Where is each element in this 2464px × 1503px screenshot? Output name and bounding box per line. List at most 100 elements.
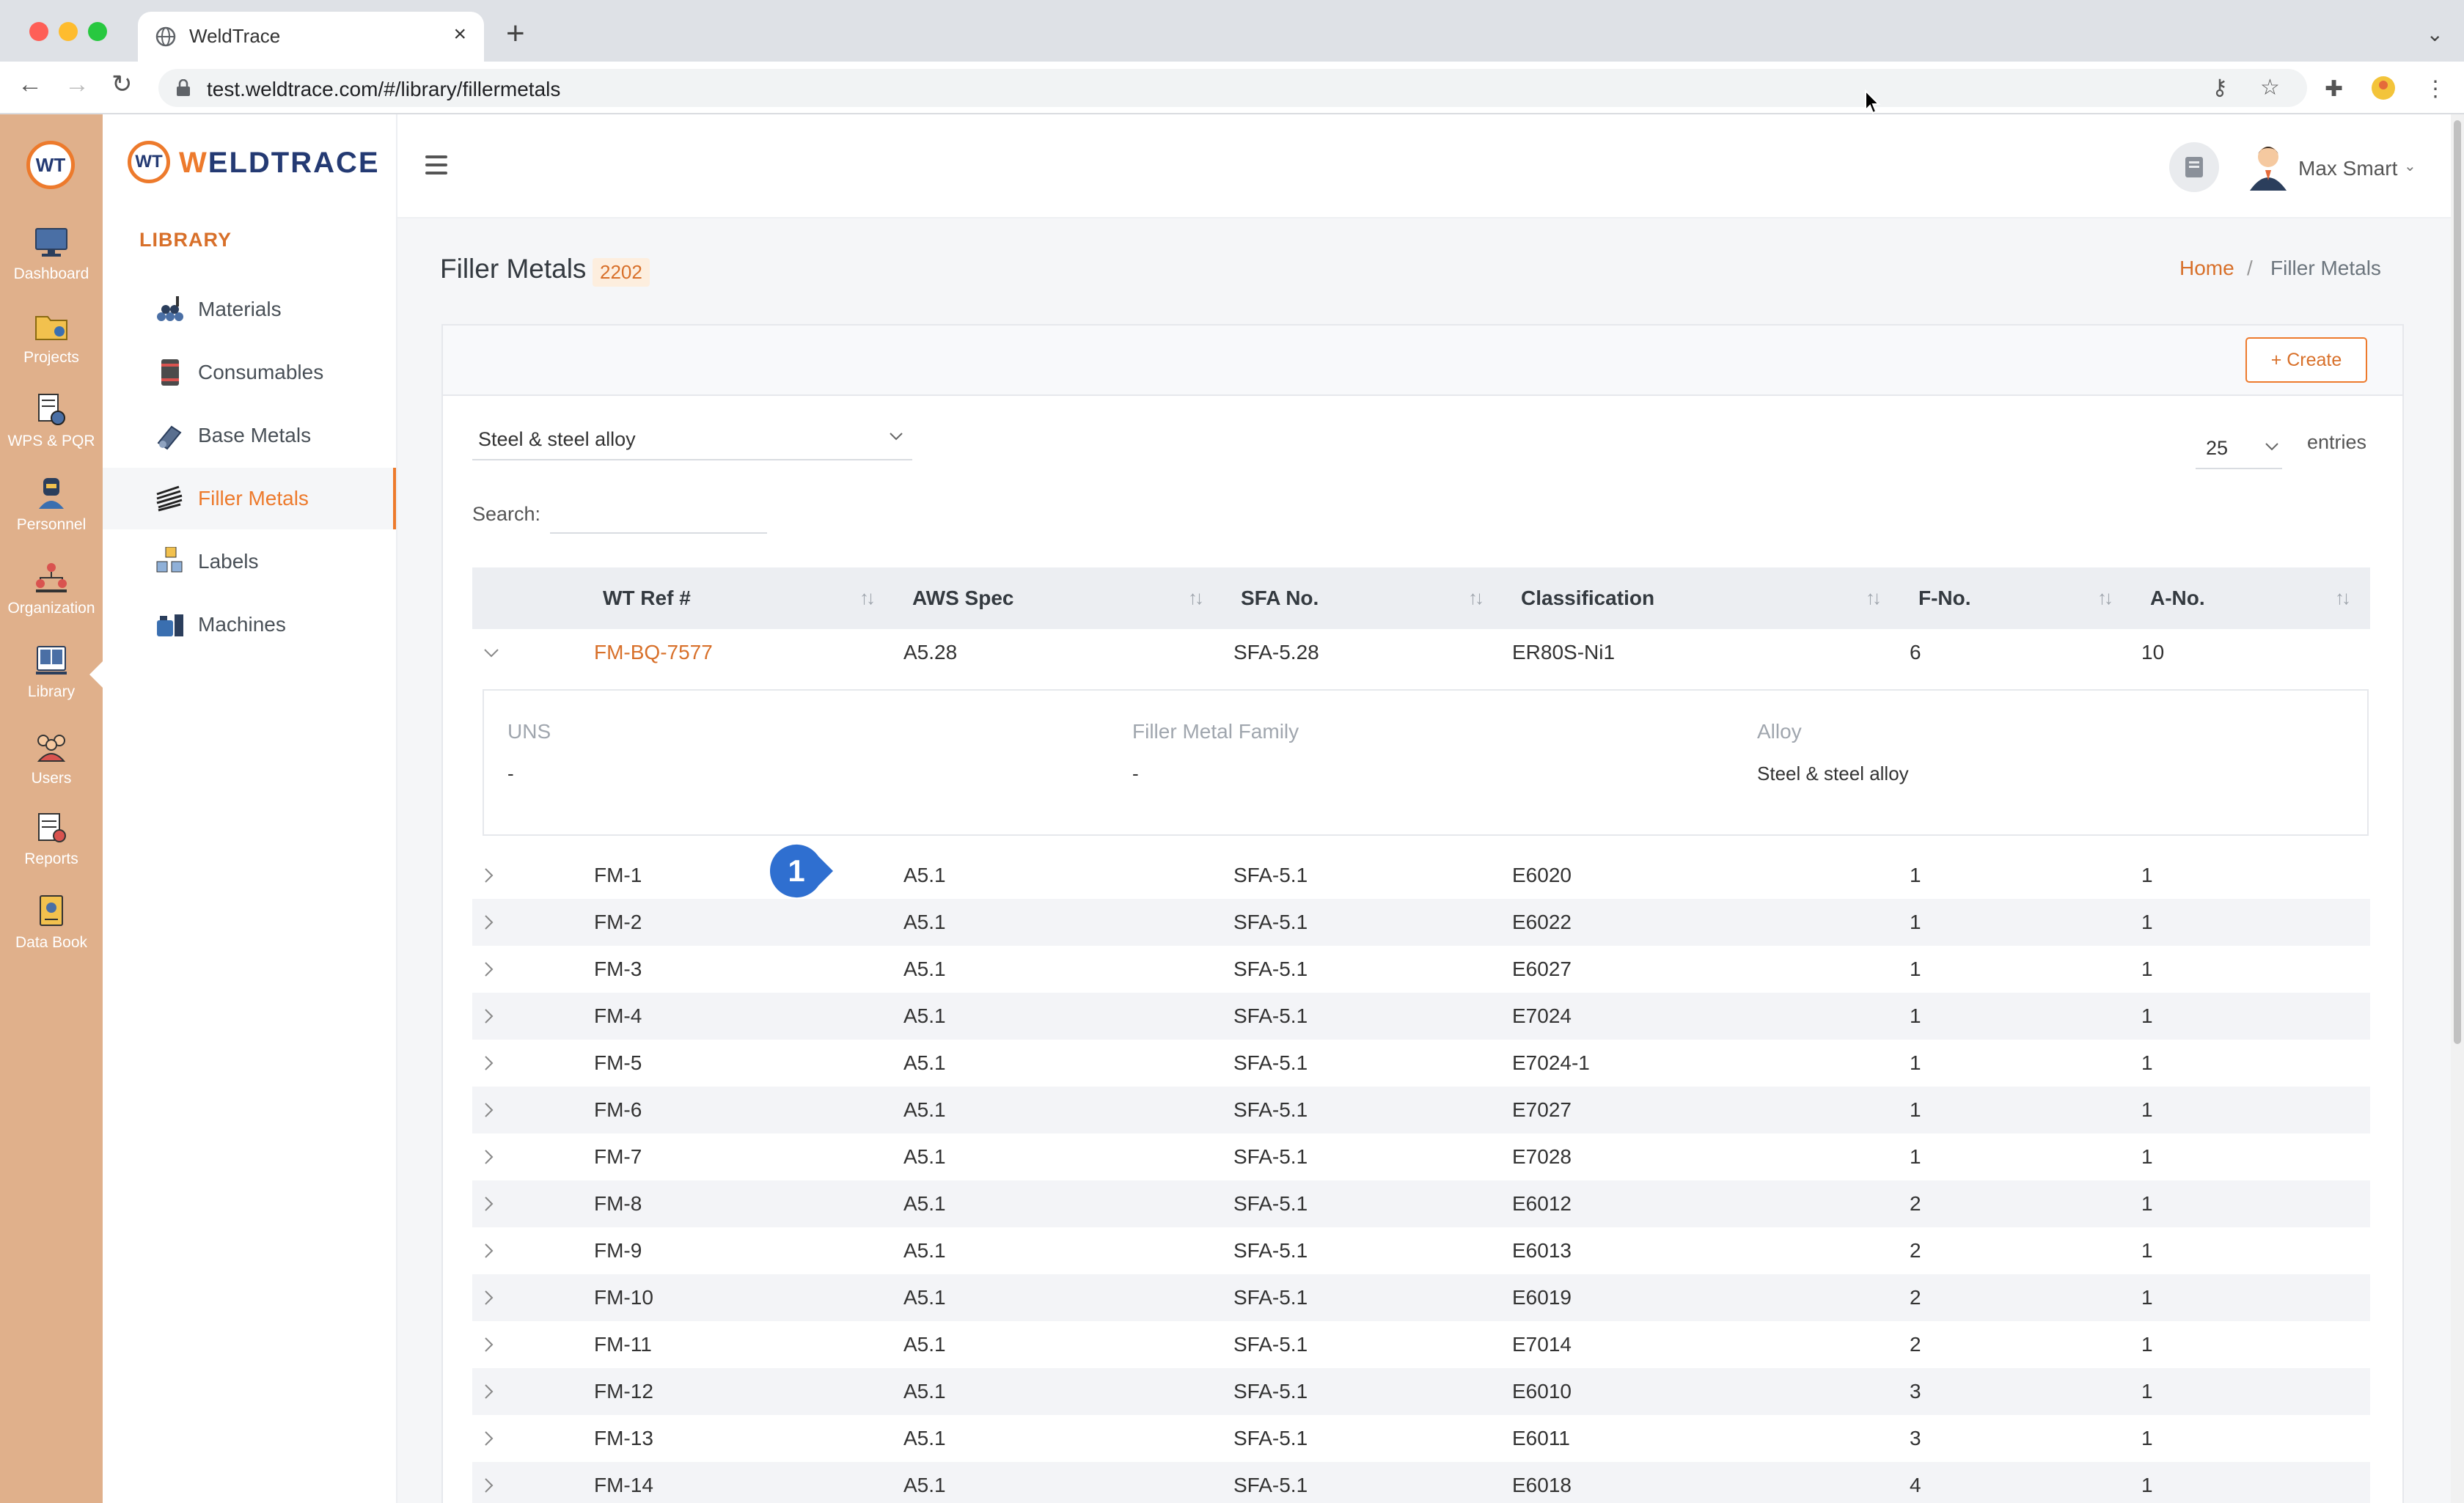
rail-item-wps-pqr[interactable]: WPS & PQR xyxy=(0,392,103,450)
bookmark-star-icon[interactable]: ☆ xyxy=(2260,75,2280,100)
sidebar-item-labels[interactable]: Labels xyxy=(103,531,396,592)
chevron-right-icon[interactable] xyxy=(483,1148,496,1166)
browser-tab[interactable]: WeldTrace × xyxy=(138,12,484,62)
table-row[interactable]: FM-14 A5.1 SFA-5.1 E6018 4 1 xyxy=(472,1462,2370,1503)
column-header-a-no[interactable]: A-No. xyxy=(2150,587,2205,610)
close-tab-icon[interactable]: × xyxy=(453,22,466,47)
table-row[interactable]: FM-5 A5.1 SFA-5.1 E7024-1 1 1 xyxy=(472,1040,2370,1087)
rail-item-library[interactable]: Library xyxy=(0,642,103,701)
chevron-right-icon[interactable] xyxy=(483,1007,496,1025)
sort-icon[interactable]: ↑↓ xyxy=(1188,587,1204,609)
sidebar-item-base-metals[interactable]: Base Metals xyxy=(103,405,396,466)
create-button[interactable]: + Create xyxy=(2245,337,2367,383)
table-row[interactable]: FM-7 A5.1 SFA-5.1 E7028 1 1 xyxy=(472,1133,2370,1180)
app-logo[interactable]: WT xyxy=(26,141,75,189)
rail-item-reports[interactable]: Reports xyxy=(0,809,103,868)
column-header-f-no[interactable]: F-No. xyxy=(1918,587,1971,610)
rail-item-data-book[interactable]: Data Book xyxy=(0,893,103,952)
wt-ref-cell[interactable]: FM-2 xyxy=(594,911,642,934)
table-row-expanded[interactable]: FM-BQ-7577 A5.28 SFA-5.28 ER80S-Ni1 6 10 xyxy=(472,629,2370,676)
chevron-right-icon[interactable] xyxy=(483,1336,496,1353)
chevron-right-icon[interactable] xyxy=(483,960,496,978)
wt-ref-cell[interactable]: FM-13 xyxy=(594,1427,653,1450)
wt-ref-cell[interactable]: FM-8 xyxy=(594,1192,642,1216)
browser-menu-icon[interactable]: ⋮ xyxy=(2424,76,2446,102)
table-row[interactable]: FM-13 A5.1 SFA-5.1 E6011 3 1 xyxy=(472,1415,2370,1462)
wt-ref-cell[interactable]: FM-5 xyxy=(594,1051,642,1075)
sort-icon[interactable]: ↑↓ xyxy=(2097,587,2113,609)
sort-icon[interactable]: ↑↓ xyxy=(2335,587,2351,609)
wt-ref-link[interactable]: FM-BQ-7577 xyxy=(594,641,713,664)
chevron-right-icon[interactable] xyxy=(483,1195,496,1213)
table-row[interactable]: FM-1 A5.1 SFA-5.1 E6020 1 1 xyxy=(472,852,2370,899)
wt-ref-cell[interactable]: FM-12 xyxy=(594,1380,653,1403)
wt-ref-cell[interactable]: FM-4 xyxy=(594,1004,642,1028)
table-row[interactable]: FM-11 A5.1 SFA-5.1 E7014 2 1 xyxy=(472,1321,2370,1368)
zoom-window-button[interactable] xyxy=(88,22,107,41)
chevron-down-icon[interactable]: ⌄ xyxy=(2404,157,2416,175)
minimize-window-button[interactable] xyxy=(59,22,78,41)
wt-ref-cell[interactable]: FM-10 xyxy=(594,1286,653,1309)
hamburger-menu-icon[interactable] xyxy=(425,155,447,174)
chevron-right-icon[interactable] xyxy=(483,1101,496,1119)
chevron-right-icon[interactable] xyxy=(483,867,496,884)
chevron-down-icon[interactable] xyxy=(483,647,500,660)
sort-icon[interactable]: ↑↓ xyxy=(1866,587,1882,609)
sidebar-item-consumables[interactable]: Consumables xyxy=(103,342,396,403)
sidebar-item-machines[interactable]: Machines xyxy=(103,594,396,655)
chevron-right-icon[interactable] xyxy=(483,1477,496,1494)
wt-ref-cell[interactable]: FM-11 xyxy=(594,1333,652,1356)
breadcrumb-home[interactable]: Home xyxy=(2179,257,2234,280)
wt-ref-cell[interactable]: FM-3 xyxy=(594,958,642,981)
key-icon[interactable]: ⚷ xyxy=(2212,75,2228,100)
wt-ref-cell[interactable]: FM-6 xyxy=(594,1098,642,1122)
wt-ref-cell[interactable]: FM-14 xyxy=(594,1474,653,1497)
profile-extension-icon[interactable] xyxy=(2370,75,2397,101)
back-button[interactable]: ← xyxy=(18,72,43,97)
table-row[interactable]: FM-6 A5.1 SFA-5.1 E7027 1 1 xyxy=(472,1087,2370,1133)
rail-item-personnel[interactable]: Personnel xyxy=(0,475,103,534)
notebook-button[interactable] xyxy=(2169,142,2219,192)
rail-item-projects[interactable]: Projects xyxy=(0,308,103,367)
sidebar-item-filler-metals[interactable]: Filler Metals xyxy=(103,468,396,529)
chevron-right-icon[interactable] xyxy=(483,1242,496,1260)
column-header-aws-spec[interactable]: AWS Spec xyxy=(912,587,1013,610)
rail-item-users[interactable]: Users xyxy=(0,729,103,787)
table-row[interactable]: FM-2 A5.1 SFA-5.1 E6022 1 1 xyxy=(472,899,2370,946)
close-window-button[interactable] xyxy=(29,22,48,41)
scrollbar-thumb[interactable] xyxy=(2454,120,2461,1044)
chevron-right-icon[interactable] xyxy=(483,1054,496,1072)
chevron-right-icon[interactable] xyxy=(483,1383,496,1400)
wt-ref-cell[interactable]: FM-9 xyxy=(594,1239,642,1263)
page-scrollbar[interactable] xyxy=(2451,114,2464,1503)
user-avatar[interactable] xyxy=(2245,142,2291,191)
chevron-right-icon[interactable] xyxy=(483,1289,496,1307)
forward-button[interactable]: → xyxy=(65,72,89,97)
omnibox[interactable]: test.weldtrace.com/#/library/fillermetal… xyxy=(158,69,2307,107)
table-row[interactable]: FM-4 A5.1 SFA-5.1 E7024 1 1 xyxy=(472,993,2370,1040)
reload-button[interactable]: ↻ xyxy=(111,72,133,97)
alloy-filter-select[interactable]: Steel & steel alloy xyxy=(472,419,912,460)
sort-icon[interactable]: ↑↓ xyxy=(1468,587,1484,609)
column-header-wt-ref[interactable]: WT Ref # xyxy=(603,587,691,610)
sidebar-item-materials[interactable]: Materials xyxy=(103,279,396,340)
table-row[interactable]: FM-9 A5.1 SFA-5.1 E6013 2 1 xyxy=(472,1227,2370,1274)
wt-ref-cell[interactable]: FM-1 xyxy=(594,864,642,887)
extensions-puzzle-icon[interactable]: ✚ xyxy=(2325,76,2343,102)
table-row[interactable]: FM-8 A5.1 SFA-5.1 E6012 2 1 xyxy=(472,1180,2370,1227)
rail-item-organization[interactable]: Organization xyxy=(0,559,103,617)
rail-item-dashboard[interactable]: Dashboard xyxy=(0,224,103,283)
chevron-right-icon[interactable] xyxy=(483,1430,496,1447)
tab-search-chevron-icon[interactable]: ⌄ xyxy=(2427,22,2443,46)
search-input[interactable] xyxy=(550,496,767,534)
table-row[interactable]: FM-12 A5.1 SFA-5.1 E6010 3 1 xyxy=(472,1368,2370,1415)
column-header-classification[interactable]: Classification xyxy=(1521,587,1654,610)
sort-icon[interactable]: ↑↓ xyxy=(859,587,876,609)
wt-ref-cell[interactable]: FM-7 xyxy=(594,1145,642,1169)
user-name[interactable]: Max Smart xyxy=(2298,157,2397,180)
table-row[interactable]: FM-3 A5.1 SFA-5.1 E6027 1 1 xyxy=(472,946,2370,993)
column-header-sfa-no[interactable]: SFA No. xyxy=(1241,587,1319,610)
chevron-right-icon[interactable] xyxy=(483,914,496,931)
table-row[interactable]: FM-10 A5.1 SFA-5.1 E6019 2 1 xyxy=(472,1274,2370,1321)
new-tab-button[interactable]: + xyxy=(506,18,525,50)
